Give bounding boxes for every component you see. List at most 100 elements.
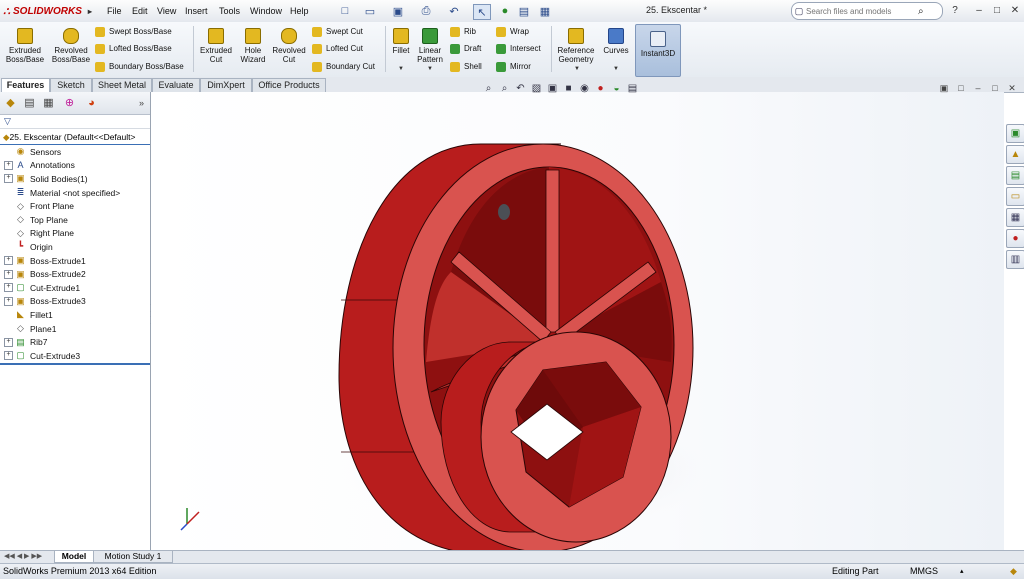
lofted-boss-button[interactable]: Lofted Boss/Base bbox=[95, 42, 172, 56]
menu-window[interactable]: Window bbox=[250, 4, 282, 18]
expand-plus-icon[interactable]: + bbox=[4, 256, 13, 266]
mirror-button[interactable]: Mirror bbox=[496, 60, 531, 74]
units-dropdown-icon[interactable]: ▴ bbox=[960, 564, 964, 579]
close-icon[interactable]: ✕ bbox=[1008, 4, 1022, 18]
file-properties-icon[interactable]: ▤ bbox=[516, 4, 532, 18]
tree-root-part[interactable]: ◆ 25. Ekscentar (Default<<Default> bbox=[0, 130, 150, 145]
section-view-icon[interactable]: ▧ bbox=[530, 82, 543, 95]
menu-help[interactable]: Help bbox=[290, 4, 309, 18]
options-icon[interactable]: ▦ bbox=[537, 4, 553, 18]
swept-cut-button[interactable]: Swept Cut bbox=[312, 25, 363, 39]
tree-item[interactable]: ◇ Front Plane bbox=[0, 199, 150, 213]
tab-dimxpert[interactable]: DimXpert bbox=[200, 78, 252, 92]
intersect-button[interactable]: Intersect bbox=[496, 42, 541, 56]
restore-icon[interactable]: □ bbox=[990, 4, 1004, 18]
expand-plus-icon[interactable]: + bbox=[4, 283, 13, 293]
save-icon[interactable]: ▣ bbox=[390, 4, 406, 18]
expand-plus-icon[interactable]: + bbox=[4, 269, 13, 279]
tab-sheet-metal[interactable]: Sheet Metal bbox=[92, 78, 152, 92]
tree-item[interactable]: ◣ Fillet1 bbox=[0, 308, 150, 322]
tab-evaluate[interactable]: Evaluate bbox=[152, 78, 200, 92]
expand-panel-icon[interactable]: » bbox=[134, 95, 149, 110]
menu-tools[interactable]: Tools bbox=[219, 4, 240, 18]
search-input[interactable] bbox=[806, 4, 918, 18]
new-document-icon[interactable]: □ bbox=[337, 4, 353, 18]
apply-scene-icon[interactable]: ◒ bbox=[610, 82, 623, 95]
fillet-button[interactable]: Fillet bbox=[389, 24, 413, 55]
revolved-boss-button[interactable]: Revolved Boss/Base bbox=[49, 24, 93, 64]
view-orientation-icon[interactable]: ▣ bbox=[546, 82, 559, 95]
eccentric-part[interactable] bbox=[338, 143, 694, 550]
select-pointer-icon[interactable]: ↖ bbox=[473, 4, 491, 20]
solidworks-resources-icon[interactable]: ▣ bbox=[1006, 124, 1024, 143]
viewport-maximize-icon[interactable]: □ bbox=[989, 82, 1001, 94]
menu-view[interactable]: View bbox=[157, 4, 176, 18]
tree-item[interactable]: ◇ Plane1 bbox=[0, 322, 150, 336]
viewport-split-icon[interactable]: ▣ bbox=[938, 82, 950, 94]
rebuild-traffic-light-icon[interactable]: ● bbox=[497, 4, 513, 18]
expand-plus-icon[interactable]: + bbox=[4, 337, 13, 347]
extruded-cut-button[interactable]: Extruded Cut bbox=[197, 24, 235, 64]
tab-features[interactable]: Features bbox=[1, 78, 50, 93]
tab-office-products[interactable]: Office Products bbox=[252, 78, 326, 92]
design-library-icon[interactable]: ▲ bbox=[1006, 145, 1024, 164]
search-icon[interactable]: ⌕ bbox=[918, 6, 924, 17]
boundary-cut-button[interactable]: Boundary Cut bbox=[312, 60, 375, 74]
feature-manager-tree-icon[interactable]: ◆ bbox=[3, 95, 18, 110]
previous-view-icon[interactable]: ↶ bbox=[514, 82, 527, 95]
menu-edit[interactable]: Edit bbox=[132, 4, 148, 18]
hide-show-items-icon[interactable]: ◉ bbox=[578, 82, 591, 95]
linear-pattern-button[interactable]: Linear Pattern bbox=[414, 24, 446, 64]
lofted-cut-button[interactable]: Lofted Cut bbox=[312, 42, 363, 56]
tree-item[interactable]: + ▣ Boss-Extrude1 bbox=[0, 254, 150, 268]
tree-item[interactable]: + ▢ Cut-Extrude1 bbox=[0, 281, 150, 295]
scroll-arrows-icon[interactable]: ◀◀ ◀ ▶ ▶▶ bbox=[4, 552, 42, 560]
curves-dropdown-icon[interactable]: ▼ bbox=[613, 66, 619, 72]
reference-geometry-dropdown-icon[interactable]: ▼ bbox=[574, 66, 580, 72]
tab-motion-study-1[interactable]: Motion Study 1 bbox=[93, 551, 173, 563]
expand-plus-icon[interactable]: + bbox=[4, 174, 13, 184]
tab-sketch[interactable]: Sketch bbox=[50, 78, 92, 92]
shell-button[interactable]: Shell bbox=[450, 60, 482, 74]
tree-item[interactable]: + ▢ Cut-Extrude3 bbox=[0, 349, 150, 363]
extruded-boss-button[interactable]: Extruded Boss/Base bbox=[4, 24, 46, 64]
undo-icon[interactable]: ↶ bbox=[446, 4, 462, 18]
appearances-icon[interactable]: ● bbox=[1006, 229, 1024, 248]
tree-filter-bar[interactable]: ▽ bbox=[0, 116, 150, 129]
tree-item[interactable]: ≣ Material <not specified> bbox=[0, 186, 150, 200]
tree-item[interactable]: + ▣ Boss-Extrude3 bbox=[0, 295, 150, 309]
file-explorer-icon[interactable]: ▤ bbox=[1006, 166, 1024, 185]
curves-button[interactable]: Curves bbox=[600, 24, 632, 55]
tree-item[interactable]: + ▤ Rib7 bbox=[0, 335, 150, 349]
property-manager-icon[interactable]: ▤ bbox=[22, 95, 37, 110]
revolved-cut-button[interactable]: Revolved Cut bbox=[271, 24, 307, 64]
menu-file[interactable]: File bbox=[107, 4, 122, 18]
tab-model[interactable]: Model bbox=[54, 551, 94, 563]
menu-insert[interactable]: Insert bbox=[185, 4, 208, 18]
print-icon[interactable]: ⎙ bbox=[418, 4, 434, 18]
viewport-close-icon[interactable]: ✕ bbox=[1006, 82, 1018, 94]
rib-button[interactable]: Rib bbox=[450, 25, 476, 39]
model-view[interactable] bbox=[151, 92, 1004, 550]
tree-item[interactable]: ◇ Right Plane bbox=[0, 227, 150, 241]
tree-item[interactable]: ◉ Sensors bbox=[0, 145, 150, 159]
instant3d-button[interactable]: Instant3D bbox=[635, 24, 681, 77]
fillet-dropdown-icon[interactable]: ▼ bbox=[398, 66, 404, 72]
boundary-boss-button[interactable]: Boundary Boss/Base bbox=[95, 60, 184, 74]
units-text[interactable]: MMGS bbox=[910, 564, 938, 579]
tree-item[interactable]: ┗ Origin bbox=[0, 240, 150, 254]
display-manager-icon[interactable]: ◕ bbox=[84, 95, 99, 110]
custom-properties-icon[interactable]: ▥ bbox=[1006, 250, 1024, 269]
expand-plus-icon[interactable]: + bbox=[4, 160, 13, 170]
viewport-restore-icon[interactable]: □ bbox=[955, 82, 967, 94]
tree-item[interactable]: + A Annotations bbox=[0, 159, 150, 173]
minimize-icon[interactable]: – bbox=[972, 4, 986, 18]
rollback-bar[interactable] bbox=[0, 363, 150, 365]
quick-tips-icon[interactable]: ◆ bbox=[1010, 564, 1017, 579]
edit-appearance-icon[interactable]: ● bbox=[594, 82, 607, 95]
search-box[interactable]: ▢ ⌕ bbox=[791, 2, 943, 20]
hole-wizard-button[interactable]: Hole Wizard bbox=[237, 24, 269, 64]
expand-plus-icon[interactable]: + bbox=[4, 296, 13, 306]
swept-boss-button[interactable]: Swept Boss/Base bbox=[95, 25, 172, 39]
tree-item[interactable]: + ▣ Boss-Extrude2 bbox=[0, 267, 150, 281]
